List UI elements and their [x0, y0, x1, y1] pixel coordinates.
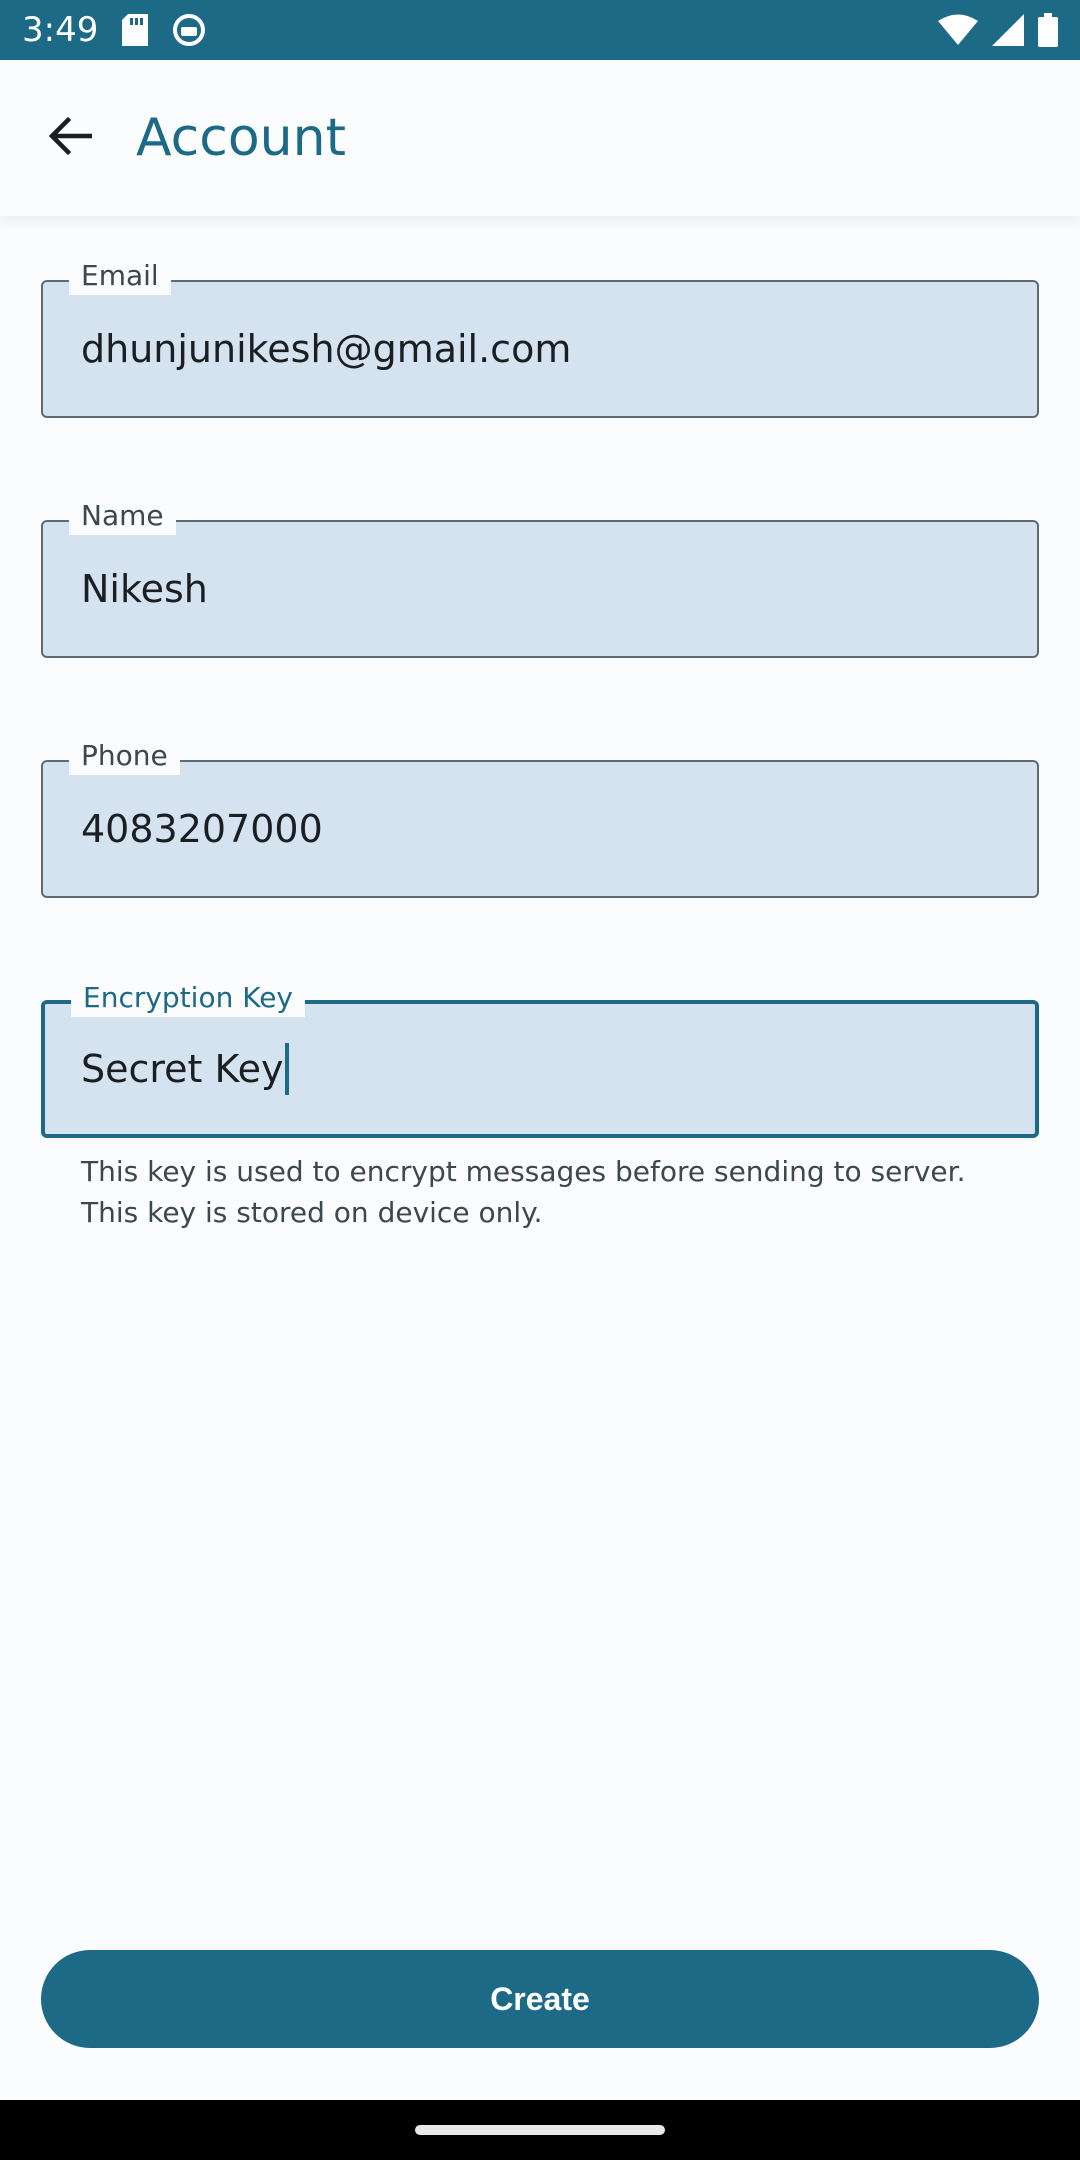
status-time: 3:49: [22, 10, 99, 50]
name-field[interactable]: [81, 522, 1037, 656]
phone-field-box[interactable]: Phone: [41, 736, 1039, 898]
email-field-group: Email: [41, 256, 1039, 418]
app-bar: Account: [0, 60, 1080, 216]
name-field-group: Name: [41, 496, 1039, 658]
encryption-key-field-box[interactable]: Encryption Key Secret Key: [41, 978, 1039, 1138]
email-label: Email: [69, 256, 171, 296]
phone-field[interactable]: [81, 762, 1037, 896]
helper-line-2: This key is stored on device only.: [81, 1195, 543, 1229]
phone-field-group: Phone: [41, 736, 1039, 898]
wifi-icon: [938, 14, 978, 46]
encryption-key-label: Encryption Key: [71, 978, 305, 1018]
app-notification-icon: [172, 13, 206, 47]
signal-icon: [992, 14, 1024, 46]
create-button[interactable]: Create: [41, 1950, 1039, 2048]
phone-label: Phone: [69, 736, 180, 776]
system-nav-bar: [0, 2100, 1080, 2160]
status-bar: 3:49: [0, 0, 1080, 60]
encryption-key-helper: This key is used to encrypt messages bef…: [81, 1152, 1039, 1233]
name-field-box[interactable]: Name: [41, 496, 1039, 658]
encryption-key-field[interactable]: Secret Key: [81, 1004, 290, 1134]
encryption-key-field-group: Encryption Key Secret Key This key is us…: [41, 978, 1039, 1233]
email-field-box[interactable]: Email: [41, 256, 1039, 418]
helper-line-1: This key is used to encrypt messages bef…: [81, 1155, 966, 1188]
home-handle[interactable]: [415, 2125, 665, 2135]
account-form: Email Name Phone Encryption Key Secret K…: [41, 256, 1039, 1233]
status-left: 3:49: [22, 10, 206, 50]
battery-icon: [1038, 13, 1058, 47]
back-button[interactable]: [34, 102, 106, 174]
text-cursor: [285, 1043, 290, 1095]
encryption-key-value: Secret Key: [81, 1047, 284, 1091]
sd-card-icon: [122, 14, 149, 46]
arrow-left-icon: [48, 114, 93, 163]
name-label: Name: [69, 496, 176, 536]
page-title: Account: [136, 108, 346, 168]
email-field[interactable]: [81, 282, 1037, 416]
status-right: [938, 13, 1058, 47]
